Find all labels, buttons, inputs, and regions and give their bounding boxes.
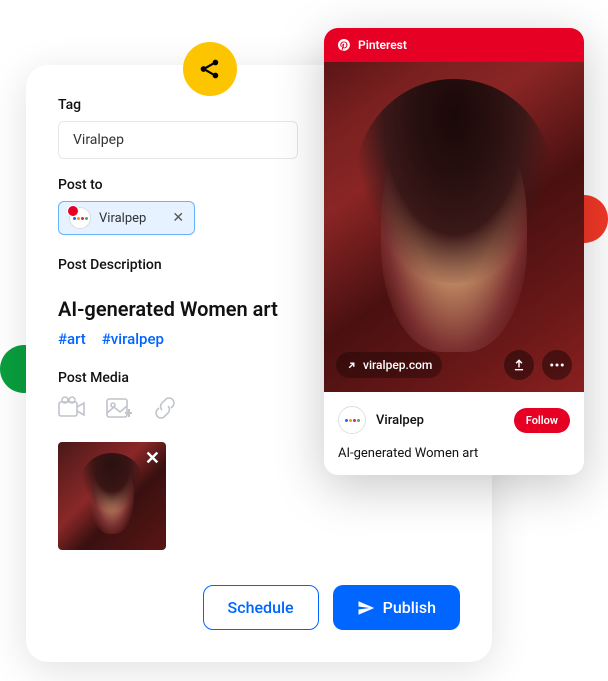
postto-chip[interactable]: Viralpep ✕: [58, 201, 195, 235]
account-avatar: [338, 406, 366, 434]
preview-footer: Viralpep Follow AI-generated Women art: [324, 392, 584, 475]
more-icon[interactable]: [542, 350, 572, 380]
chip-avatar: [69, 207, 91, 229]
follow-button[interactable]: Follow: [514, 408, 570, 433]
hashtag-item[interactable]: #viralpep: [102, 330, 164, 348]
account-name: Viralpep: [376, 413, 424, 428]
pinterest-preview: Pinterest viralpep.com Viralpep: [324, 28, 584, 475]
media-thumbnail[interactable]: ✕: [58, 442, 166, 550]
preview-link-chip[interactable]: viralpep.com: [336, 352, 442, 378]
video-icon[interactable]: [58, 396, 86, 424]
preview-account[interactable]: Viralpep: [338, 406, 424, 434]
thumbnail-remove-icon[interactable]: ✕: [145, 448, 160, 469]
share-badge: [183, 42, 237, 96]
preview-desc: AI-generated Women art: [338, 446, 570, 461]
external-link-icon: [346, 360, 357, 371]
upload-icon[interactable]: [504, 350, 534, 380]
preview-header: Pinterest: [324, 28, 584, 62]
chip-text: Viralpep: [99, 211, 146, 226]
send-icon: [357, 599, 375, 617]
publish-button[interactable]: Publish: [333, 585, 460, 630]
link-icon[interactable]: [152, 396, 178, 424]
tag-input[interactable]: Viralpep: [58, 121, 298, 159]
chip-remove-icon[interactable]: ✕: [172, 210, 184, 226]
viralpep-logo-icon: [345, 419, 360, 422]
preview-overlay: viralpep.com: [324, 338, 584, 392]
viralpep-logo-icon: [73, 217, 88, 220]
schedule-button[interactable]: Schedule: [203, 585, 319, 630]
share-icon: [197, 56, 223, 82]
image-icon[interactable]: [106, 396, 132, 424]
action-buttons: Schedule Publish: [203, 585, 460, 630]
pinterest-icon: [338, 39, 350, 51]
preview-image: viralpep.com: [324, 62, 584, 392]
preview-platform-label: Pinterest: [358, 38, 407, 52]
hashtag-item[interactable]: #art: [58, 330, 86, 348]
overlay-actions: [504, 350, 572, 380]
